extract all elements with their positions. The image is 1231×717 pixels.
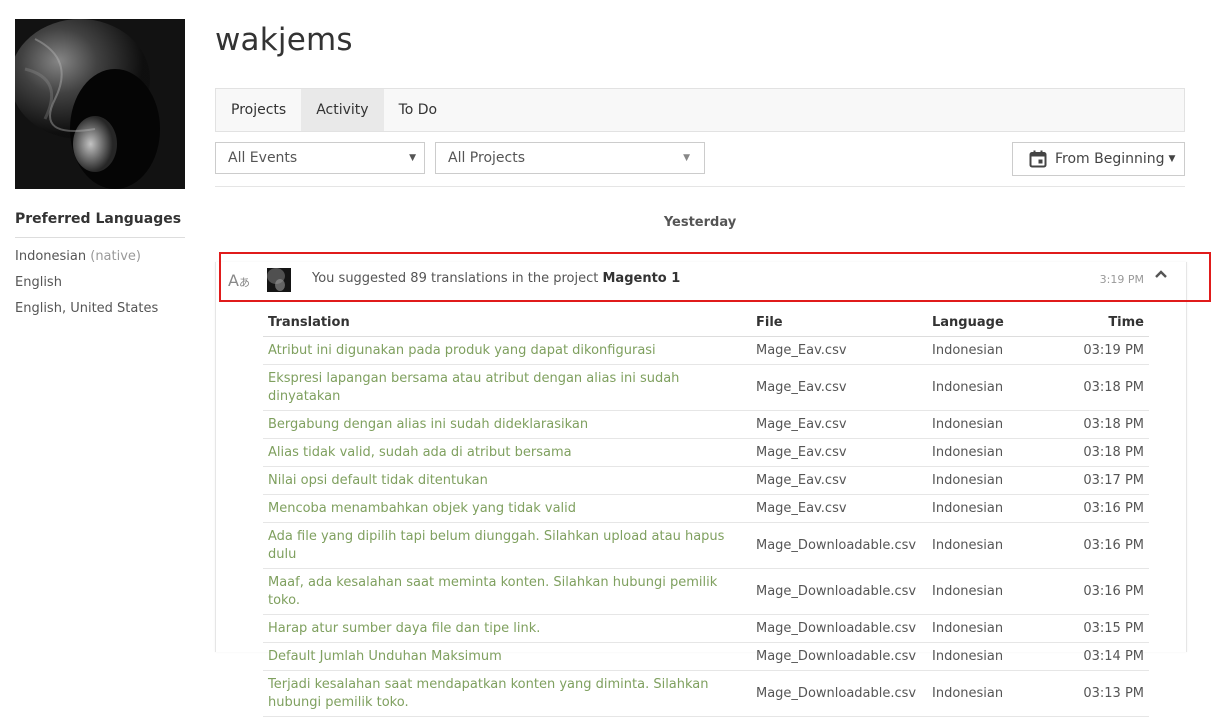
column-header-translation: Translation <box>263 311 751 337</box>
table-row: Atribut ini digunakan pada produk yang d… <box>263 336 1149 365</box>
table-header-row: Translation File Language Time <box>263 311 1149 337</box>
day-label: Yesterday <box>663 215 737 230</box>
language-cell: Indonesian <box>927 438 1057 467</box>
time-cell: 03:16 PM <box>1057 568 1149 615</box>
language-cell: Indonesian <box>927 364 1057 411</box>
language-item: Indonesian (native) <box>15 249 141 264</box>
translation-link[interactable]: Default Jumlah Unduhan Maksimum <box>263 642 751 671</box>
avatar <box>267 268 291 292</box>
table-row: Harap atur sumber daya file dan tipe lin… <box>263 614 1149 643</box>
translation-link[interactable]: Maaf, ada kesalahan saat meminta konten.… <box>263 568 751 615</box>
avatar-image <box>15 19 185 189</box>
language-cell: Indonesian <box>927 336 1057 365</box>
language-cell: Indonesian <box>927 522 1057 569</box>
file-cell: Mage_Downloadable.csv <box>751 642 927 671</box>
time-cell: 03:18 PM <box>1057 438 1149 467</box>
time-cell: 03:16 PM <box>1057 494 1149 523</box>
time-cell: 03:14 PM <box>1057 642 1149 671</box>
translation-link[interactable]: Nilai opsi default tidak ditentukan <box>263 466 751 495</box>
file-cell: Mage_Eav.csv <box>751 438 927 467</box>
translation-link[interactable]: Mencoba menambahkan objek yang tidak val… <box>263 494 751 523</box>
file-cell: Mage_Eav.csv <box>751 466 927 495</box>
projects-filter-select[interactable]: All Projects ▼ <box>435 142 705 174</box>
language-item: English, United States <box>15 301 159 316</box>
caret-down-icon: ▼ <box>409 153 416 163</box>
time-cell: 03:15 PM <box>1057 614 1149 643</box>
events-filter-select[interactable]: All Events ▼ <box>215 142 425 174</box>
table-row: Mencoba menambahkan objek yang tidak val… <box>263 494 1149 523</box>
activity-summary: You suggested 89 translations in the pro… <box>312 271 681 286</box>
translation-link[interactable]: Bergabung dengan alias ini sudah didekla… <box>263 410 751 439</box>
column-header-file: File <box>751 311 927 337</box>
caret-down-icon: ▼ <box>1168 154 1176 164</box>
time-cell: 03:13 PM <box>1057 670 1149 717</box>
column-header-language: Language <box>927 311 1057 337</box>
file-cell: Mage_Downloadable.csv <box>751 568 927 615</box>
translations-table: Translation File Language Time Atribut i… <box>263 311 1149 717</box>
activity-card: Aあ You suggested 89 translations in the … <box>215 262 1187 717</box>
time-cell: 03:19 PM <box>1057 336 1149 365</box>
table-row: Ada file yang dipilih tapi belum diungga… <box>263 522 1149 569</box>
language-cell: Indonesian <box>927 614 1057 643</box>
table-row: Default Jumlah Unduhan Maksimum Mage_Down… <box>263 642 1149 671</box>
table-row: Terjadi kesalahan saat mendapatkan konte… <box>263 670 1149 717</box>
time-cell: 03:18 PM <box>1057 364 1149 411</box>
activity-time: 3:19 PM <box>1099 273 1144 286</box>
date-range-button[interactable]: From Beginning ▼ <box>1012 142 1185 176</box>
chevron-up-icon[interactable] <box>1154 267 1168 285</box>
profile-avatar <box>15 19 185 189</box>
language-cell: Indonesian <box>927 494 1057 523</box>
translation-link[interactable]: Harap atur sumber daya file dan tipe lin… <box>263 614 751 643</box>
table-row: Nilai opsi default tidak ditentukan Mage_… <box>263 466 1149 495</box>
column-header-time: Time <box>1057 311 1149 337</box>
translation-link[interactable]: Ekspresi lapangan bersama atau atribut d… <box>263 364 751 411</box>
profile-tabs: Projects Activity To Do <box>215 88 1185 132</box>
file-cell: Mage_Eav.csv <box>751 410 927 439</box>
file-cell: Mage_Eav.csv <box>751 494 927 523</box>
file-cell: Mage_Downloadable.csv <box>751 614 927 643</box>
language-list: Indonesian (native) English English, Uni… <box>15 249 185 316</box>
time-cell: 03:17 PM <box>1057 466 1149 495</box>
file-cell: Mage_Eav.csv <box>751 364 927 411</box>
language-cell: Indonesian <box>927 642 1057 671</box>
translate-icon: Aあ <box>228 271 250 290</box>
table-row: Ekspresi lapangan bersama atau atribut d… <box>263 364 1149 411</box>
translation-link[interactable]: Ada file yang dipilih tapi belum diungga… <box>263 522 751 569</box>
preferred-languages-title: Preferred Languages <box>15 211 185 238</box>
tab-activity[interactable]: Activity <box>301 89 384 131</box>
table-row: Bergabung dengan alias ini sudah didekla… <box>263 410 1149 439</box>
file-cell: Mage_Eav.csv <box>751 336 927 365</box>
tab-projects[interactable]: Projects <box>216 89 301 131</box>
caret-down-icon: ▼ <box>683 153 690 163</box>
table-row: Alias tidak valid, sudah ada di atribut … <box>263 438 1149 467</box>
language-cell: Indonesian <box>927 466 1057 495</box>
calendar-icon <box>1029 150 1047 168</box>
time-cell: 03:16 PM <box>1057 522 1149 569</box>
activity-header[interactable]: Aあ You suggested 89 translations in the … <box>216 262 1186 298</box>
tab-todo[interactable]: To Do <box>384 89 453 131</box>
language-cell: Indonesian <box>927 670 1057 717</box>
language-cell: Indonesian <box>927 410 1057 439</box>
language-item: English <box>15 275 62 290</box>
table-row: Maaf, ada kesalahan saat meminta konten.… <box>263 568 1149 615</box>
page-title: wakjems <box>215 22 353 58</box>
project-link[interactable]: Magento 1 <box>603 271 681 286</box>
time-cell: 03:18 PM <box>1057 410 1149 439</box>
language-cell: Indonesian <box>927 568 1057 615</box>
file-cell: Mage_Downloadable.csv <box>751 522 927 569</box>
avatar-thumbnail <box>267 268 291 292</box>
profile-sidebar: Preferred Languages Indonesian (native) … <box>15 19 185 316</box>
translation-link[interactable]: Alias tidak valid, sudah ada di atribut … <box>263 438 751 467</box>
divider <box>215 186 1185 187</box>
translation-link[interactable]: Terjadi kesalahan saat mendapatkan konte… <box>263 670 751 717</box>
file-cell: Mage_Downloadable.csv <box>751 670 927 717</box>
translation-link[interactable]: Atribut ini digunakan pada produk yang d… <box>263 336 751 365</box>
